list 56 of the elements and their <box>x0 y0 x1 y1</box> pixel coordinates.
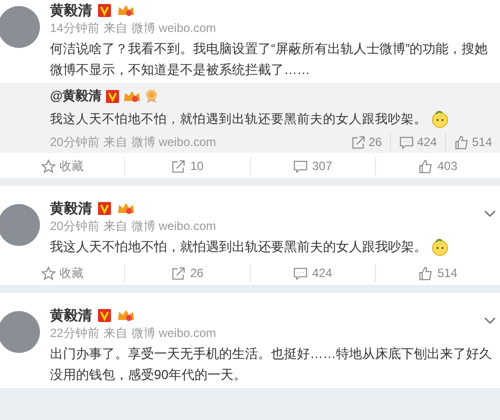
chevron-down-icon[interactable] <box>484 210 496 218</box>
source-label: 来自 <box>103 218 128 234</box>
action-button[interactable]: 514 <box>374 264 500 282</box>
action-button[interactable]: 307 <box>250 157 375 175</box>
source-link[interactable]: 微博 weibo.com <box>131 218 216 234</box>
quoted-stat-button[interactable]: 514 <box>444 133 500 151</box>
crown-badge-icon <box>117 308 135 322</box>
comment-icon <box>398 134 414 150</box>
avatar[interactable] <box>0 204 40 246</box>
author-name[interactable]: 黄毅清 <box>50 0 92 20</box>
post-text: 何洁说啥了？我看不到。我电脑设置了“屏蔽所有出轨人士微博”的功能，搜她微博不显示，不知道是不是被系统拦截了…… <box>50 40 489 79</box>
author-name[interactable]: 黄毅清 <box>50 305 92 325</box>
source-label: 来自 <box>103 325 128 341</box>
action-button[interactable]: 26 <box>124 264 250 282</box>
author-name[interactable]: 黄毅清 <box>50 198 92 218</box>
quoted-text: 我这人天不怕地不怕，就怕遇到出轨还要黑前夫的女人跟我吵架。 <box>50 111 427 128</box>
post-time[interactable]: 22分钟前 <box>50 325 100 341</box>
avatar[interactable] <box>0 311 40 353</box>
star-icon <box>40 158 56 174</box>
post-text: 出门办事了。享受一天无手机的生活。也挺好……特地从床底下刨出来了好久没用的钱包，感受90年代的一天。 <box>50 345 493 384</box>
comment-icon <box>293 266 308 280</box>
crown-badge-icon <box>122 89 141 103</box>
source-label: 来自 <box>103 20 128 36</box>
post-time[interactable]: 20分钟前 <box>50 134 100 150</box>
action-button[interactable]: 403 <box>374 157 500 175</box>
verified-badge-icon <box>106 90 119 102</box>
action-button[interactable]: 10 <box>124 157 250 175</box>
thumbs-up-icon <box>418 266 434 280</box>
quoted-author-link[interactable]: @黄毅清 <box>50 87 102 105</box>
verified-badge-icon <box>98 4 111 16</box>
verified-badge-icon <box>98 202 111 214</box>
post-text: 我这人天不怕地不怕，就怕遇到出轨还要黑前夫的女人跟我吵架。 <box>50 238 427 256</box>
post-time[interactable]: 20分钟前 <box>50 218 100 234</box>
thumbs-up-icon <box>418 158 434 174</box>
verified-badge-icon <box>98 308 111 322</box>
post-time[interactable]: 14分钟前 <box>50 20 100 36</box>
quoted-stat-button[interactable]: 26 <box>342 133 390 151</box>
crown-badge-icon <box>117 201 135 215</box>
comment-icon <box>293 158 308 174</box>
source-link[interactable]: 微博 weibo.com <box>131 20 216 36</box>
share-icon <box>171 266 186 280</box>
source-link[interactable]: 微博 weibo.com <box>131 134 216 150</box>
medal-badge-icon <box>144 89 158 103</box>
crown-badge-icon <box>117 3 135 17</box>
source-label: 来自 <box>103 134 128 150</box>
action-button[interactable]: 424 <box>250 264 375 282</box>
chevron-down-icon[interactable] <box>484 317 496 325</box>
source-link[interactable]: 微博 weibo.com <box>131 325 216 341</box>
thumbs-up-icon <box>454 134 469 150</box>
quoted-stat-button[interactable]: 424 <box>390 133 445 151</box>
share-icon <box>350 134 366 150</box>
star-icon <box>40 266 56 280</box>
action-button[interactable]: 收藏 <box>0 264 124 282</box>
share-icon <box>171 158 186 174</box>
action-button[interactable]: 收藏 <box>0 157 124 175</box>
avatar[interactable] <box>0 6 40 48</box>
